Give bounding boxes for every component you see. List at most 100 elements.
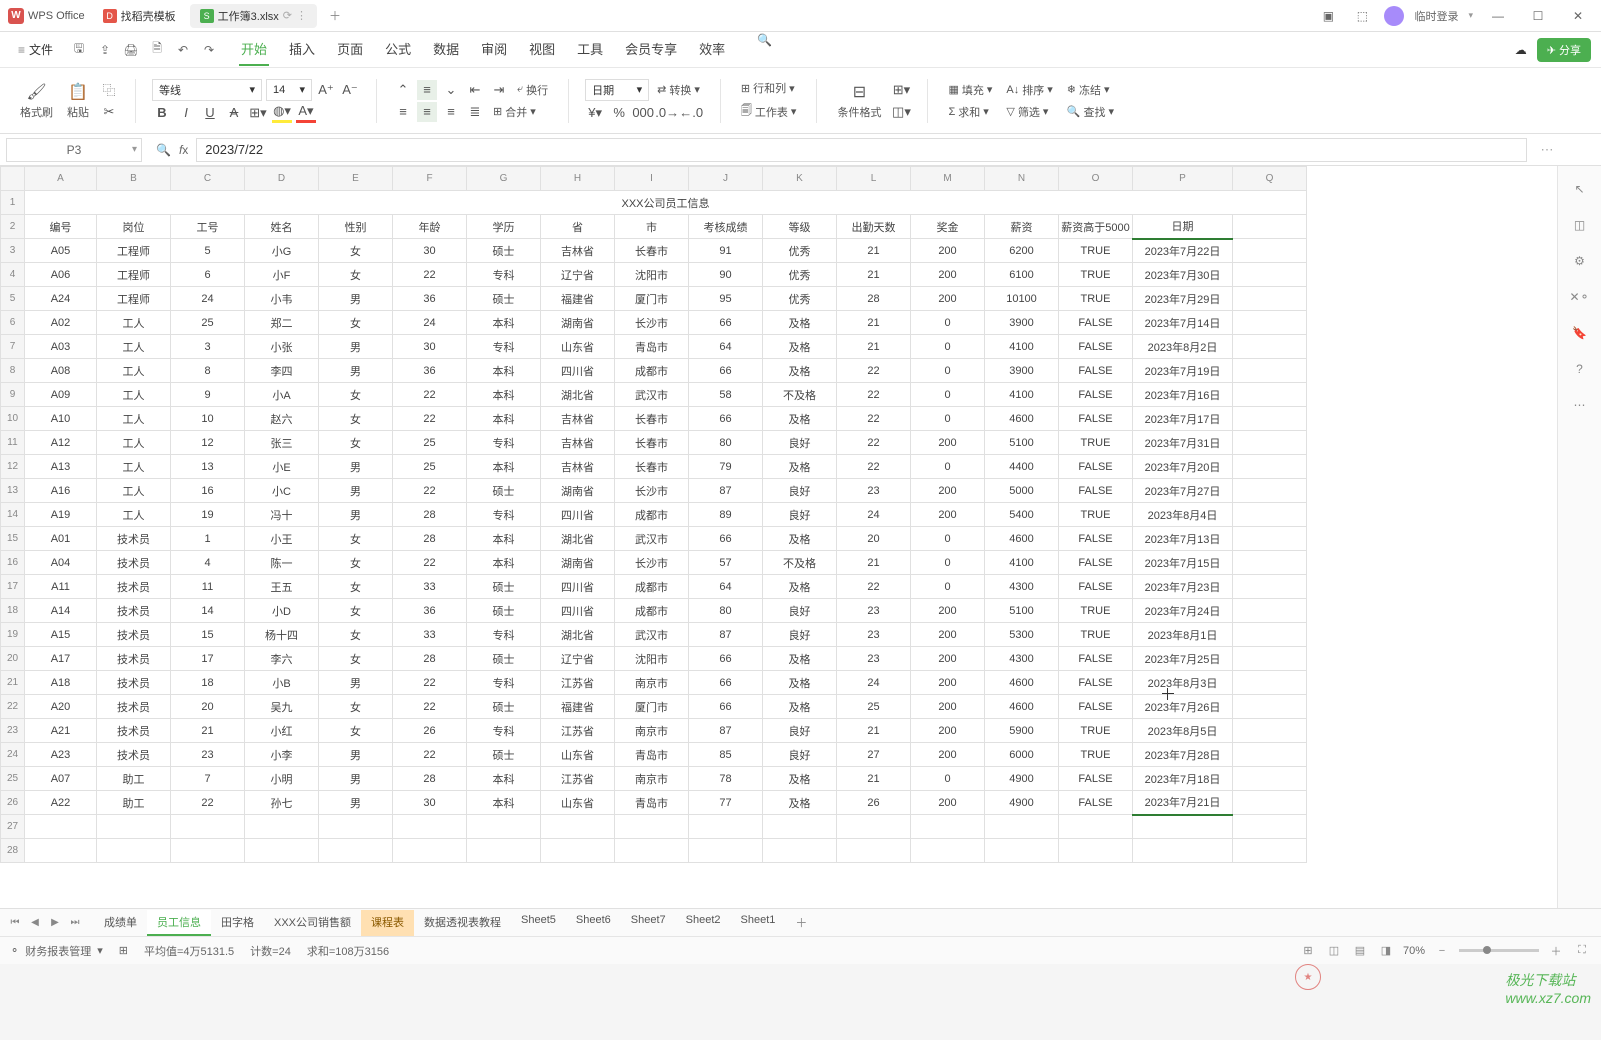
row-header-6[interactable]: 6: [1, 311, 25, 335]
cell[interactable]: [763, 815, 837, 839]
data-cell[interactable]: TRUE: [1059, 263, 1133, 287]
data-cell[interactable]: 女: [319, 383, 393, 407]
data-cell[interactable]: 0: [911, 383, 985, 407]
data-cell[interactable]: TRUE: [1059, 743, 1133, 767]
row-header-5[interactable]: 5: [1, 287, 25, 311]
cell[interactable]: [1233, 743, 1307, 767]
data-cell[interactable]: 李六: [245, 647, 319, 671]
data-cell[interactable]: 22: [837, 407, 911, 431]
data-cell[interactable]: 0: [911, 455, 985, 479]
cell[interactable]: [97, 815, 171, 839]
cell[interactable]: [1233, 503, 1307, 527]
data-cell[interactable]: FALSE: [1059, 335, 1133, 359]
sheet-tab[interactable]: 数据透视表教程: [414, 910, 511, 936]
data-cell[interactable]: 杨十四: [245, 623, 319, 647]
data-cell[interactable]: 山东省: [541, 791, 615, 815]
format-brush-button[interactable]: 🖌格式刷: [16, 80, 57, 122]
row-header-10[interactable]: 10: [1, 407, 25, 431]
col-header-N[interactable]: N: [985, 167, 1059, 191]
data-cell[interactable]: 2023年7月23日: [1133, 575, 1233, 599]
data-cell[interactable]: A07: [25, 767, 97, 791]
worksheet-button[interactable]: 🗐 工作表▾: [737, 100, 801, 123]
data-cell[interactable]: A22: [25, 791, 97, 815]
data-cell[interactable]: 2023年7月16日: [1133, 383, 1233, 407]
cell[interactable]: [467, 839, 541, 863]
data-cell[interactable]: 男: [319, 287, 393, 311]
data-cell[interactable]: FALSE: [1059, 455, 1133, 479]
help-icon[interactable]: ?: [1569, 358, 1591, 380]
save-icon[interactable]: 🖫: [69, 40, 89, 60]
cell[interactable]: [1233, 527, 1307, 551]
cell[interactable]: [1233, 215, 1307, 239]
row-header-1[interactable]: 1: [1, 191, 25, 215]
cell[interactable]: [985, 815, 1059, 839]
data-cell[interactable]: 5: [171, 239, 245, 263]
header-cell[interactable]: 市: [615, 215, 689, 239]
data-cell[interactable]: 2023年7月17日: [1133, 407, 1233, 431]
data-cell[interactable]: 辽宁省: [541, 263, 615, 287]
sheet-tab[interactable]: 员工信息: [147, 910, 211, 936]
data-cell[interactable]: 吴九: [245, 695, 319, 719]
data-cell[interactable]: A15: [25, 623, 97, 647]
data-cell[interactable]: 12: [171, 431, 245, 455]
row-header-17[interactable]: 17: [1, 575, 25, 599]
data-cell[interactable]: 0: [911, 359, 985, 383]
search-icon[interactable]: 🔍: [757, 33, 772, 66]
col-header-M[interactable]: M: [911, 167, 985, 191]
data-cell[interactable]: 1: [171, 527, 245, 551]
data-cell[interactable]: 4900: [985, 791, 1059, 815]
data-cell[interactable]: 21: [837, 311, 911, 335]
data-cell[interactable]: 2023年8月5日: [1133, 719, 1233, 743]
font-size-select[interactable]: 14▾: [266, 79, 312, 101]
data-cell[interactable]: 24: [393, 311, 467, 335]
data-cell[interactable]: 湖北省: [541, 623, 615, 647]
data-cell[interactable]: 技术员: [97, 695, 171, 719]
data-cell[interactable]: 四川省: [541, 599, 615, 623]
data-cell[interactable]: TRUE: [1059, 287, 1133, 311]
number-format-select[interactable]: 日期▾: [585, 79, 649, 101]
data-cell[interactable]: 湖南省: [541, 311, 615, 335]
data-cell[interactable]: 及格: [763, 527, 837, 551]
cell[interactable]: [763, 839, 837, 863]
data-cell[interactable]: A16: [25, 479, 97, 503]
dropdown-icon[interactable]: ▾: [1468, 10, 1473, 21]
data-cell[interactable]: 24: [171, 287, 245, 311]
sheet-prev-icon[interactable]: ◀: [26, 914, 44, 932]
data-cell[interactable]: 87: [689, 479, 763, 503]
minimize-button[interactable]: —: [1483, 4, 1513, 28]
data-cell[interactable]: 6100: [985, 263, 1059, 287]
sheet-tab[interactable]: XXX公司销售额: [264, 910, 361, 936]
cell[interactable]: [1233, 599, 1307, 623]
col-header-B[interactable]: B: [97, 167, 171, 191]
header-cell[interactable]: 省: [541, 215, 615, 239]
cell[interactable]: [1233, 239, 1307, 263]
data-cell[interactable]: 22: [393, 383, 467, 407]
view-page-icon[interactable]: ◫: [1325, 942, 1343, 960]
data-cell[interactable]: 27: [837, 743, 911, 767]
data-cell[interactable]: 28: [393, 647, 467, 671]
data-cell[interactable]: A03: [25, 335, 97, 359]
data-cell[interactable]: 200: [911, 671, 985, 695]
data-cell[interactable]: 22: [837, 383, 911, 407]
cell[interactable]: [245, 839, 319, 863]
sheet-next-icon[interactable]: ▶: [46, 914, 64, 932]
data-cell[interactable]: 专科: [467, 431, 541, 455]
sort-button[interactable]: A↓ 排序▾: [1002, 80, 1056, 100]
data-cell[interactable]: 5100: [985, 599, 1059, 623]
data-cell[interactable]: FALSE: [1059, 359, 1133, 383]
data-cell[interactable]: 工人: [97, 455, 171, 479]
data-cell[interactable]: 长春市: [615, 455, 689, 479]
data-cell[interactable]: 专科: [467, 503, 541, 527]
data-cell[interactable]: 及格: [763, 671, 837, 695]
data-cell[interactable]: 男: [319, 503, 393, 527]
data-cell[interactable]: 200: [911, 695, 985, 719]
cell[interactable]: [1233, 407, 1307, 431]
data-cell[interactable]: 本科: [467, 767, 541, 791]
grid-toggle-icon[interactable]: ⊞: [119, 944, 128, 957]
data-cell[interactable]: 4100: [985, 383, 1059, 407]
tab-workbook[interactable]: S 工作簿3.xlsx ⟳ ⋮: [190, 4, 317, 28]
data-cell[interactable]: 2023年7月21日: [1133, 791, 1233, 815]
header-cell[interactable]: 薪资: [985, 215, 1059, 239]
align-top-icon[interactable]: ⌃: [393, 80, 413, 100]
data-cell[interactable]: 及格: [763, 455, 837, 479]
